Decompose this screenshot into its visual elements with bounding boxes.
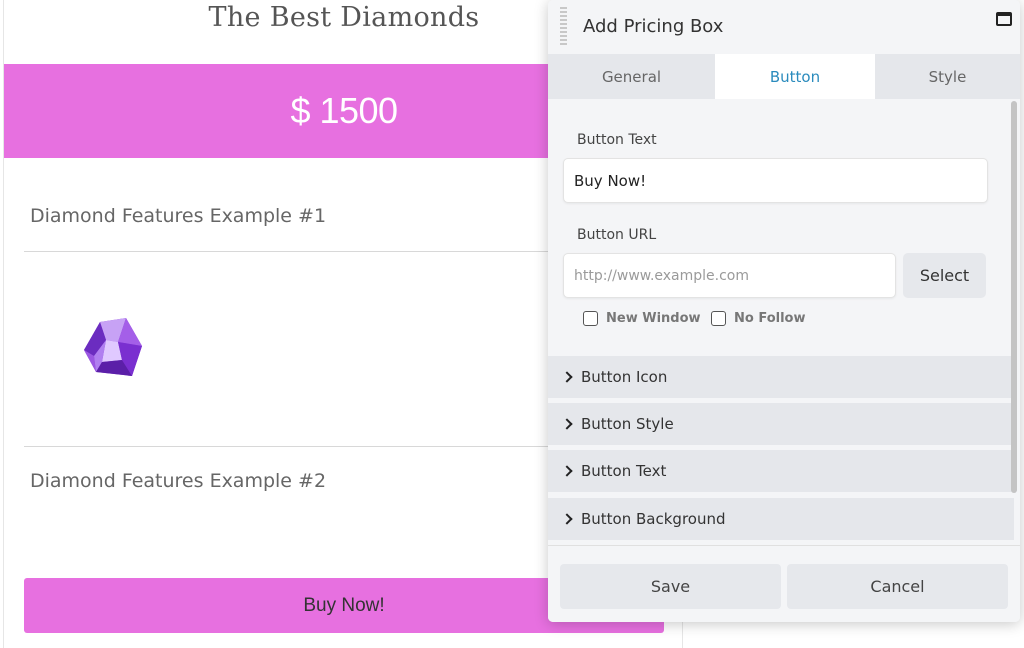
section-button-style[interactable]: Button Style [548,403,1014,445]
dialog-footer: Save Cancel [548,545,1020,622]
button-url-label: Button URL [577,227,657,243]
section-button-background[interactable]: Button Background [548,498,1014,540]
button-url-input[interactable] [563,253,896,298]
section-label: Button Background [581,510,726,528]
dialog-body: Button Text Button URL Select New Window… [548,99,1020,545]
scrollbar-thumb[interactable] [1011,101,1017,493]
chevron-right-icon [561,418,573,430]
section-button-icon[interactable]: Button Icon [548,356,1014,398]
no-follow-checkbox[interactable]: No Follow [711,311,805,326]
button-text-input[interactable] [563,158,988,203]
tab-button[interactable]: Button [715,54,875,99]
no-follow-label: No Follow [734,311,806,326]
section-label: Button Icon [581,368,668,386]
add-pricing-box-dialog: Add Pricing Box General Button Style But… [548,0,1020,622]
feature-item-1: Diamond Features Example #1 [30,205,327,227]
drag-handle-icon[interactable] [560,7,567,47]
dialog-title: Add Pricing Box [583,16,724,37]
section-button-text[interactable]: Button Text [548,450,1014,492]
tab-general[interactable]: General [548,54,715,99]
section-label: Button Style [581,415,674,433]
new-window-label: New Window [606,311,701,326]
diamond-gem-image [84,318,142,376]
dialog-tabs: General Button Style [548,54,1020,99]
button-text-label: Button Text [577,132,657,148]
price-value: $ 1500 [290,90,398,131]
new-window-checkbox[interactable]: New Window [583,311,701,326]
chevron-right-icon [561,465,573,477]
feature-item-2: Diamond Features Example #2 [30,470,327,492]
cancel-button[interactable]: Cancel [787,564,1008,609]
checkbox-icon[interactable] [711,311,726,326]
section-label: Button Text [581,462,667,480]
maximize-icon[interactable] [996,12,1012,26]
tab-style[interactable]: Style [875,54,1020,99]
chevron-right-icon [561,513,573,525]
select-link-button[interactable]: Select [903,253,986,298]
page: The Best Diamonds $ 1500 Diamond Feature… [0,0,1024,648]
chevron-right-icon [561,371,573,383]
dialog-header: Add Pricing Box [548,0,1020,54]
checkbox-icon[interactable] [583,311,598,326]
save-button[interactable]: Save [560,564,781,609]
